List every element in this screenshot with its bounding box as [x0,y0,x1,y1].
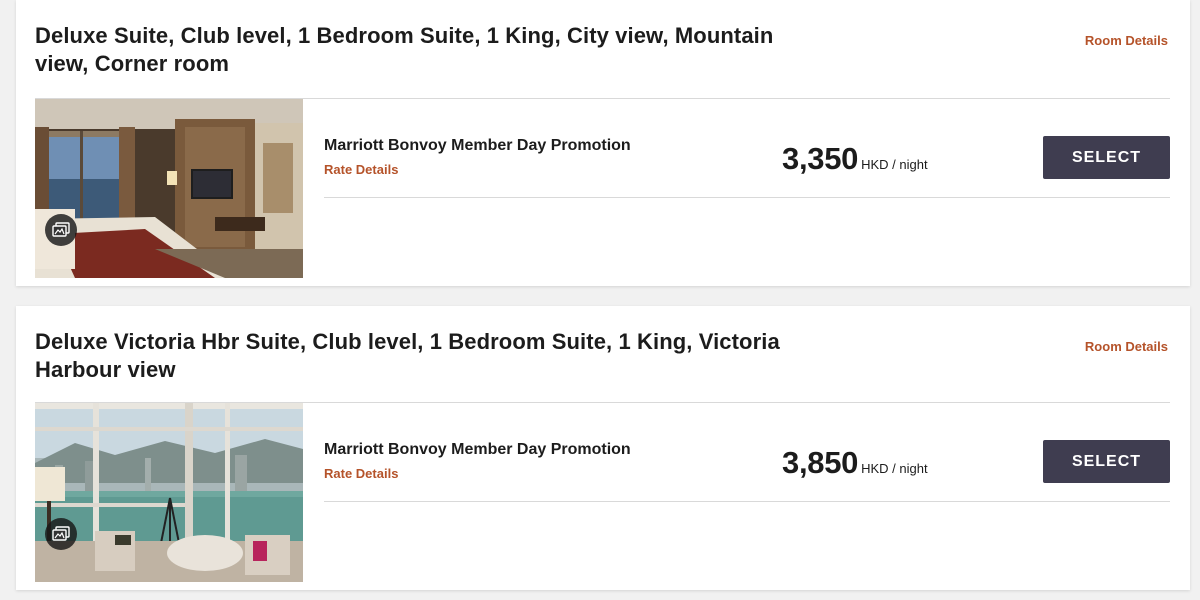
select-button[interactable]: SELECT [1043,440,1170,483]
room-photo[interactable] [35,403,303,582]
rate-row: Marriott Bonvoy Member Day Promotion Rat… [324,403,1170,502]
room-details-link[interactable]: Room Details [1085,33,1168,48]
price-unit: HKD / night [861,461,928,476]
price-amount: 3,350 [782,141,859,176]
rate-details-link[interactable]: Rate Details [324,162,398,177]
photo-gallery-button[interactable] [45,518,77,550]
room-details-link[interactable]: Room Details [1085,339,1168,354]
price: 3,350 HKD / night [782,141,928,177]
bedroom-photo [35,99,303,278]
room-photo[interactable] [35,99,303,278]
harbour-view-photo [35,403,303,582]
gallery-icon [52,222,70,237]
room-card: Deluxe Victoria Hbr Suite, Club level, 1… [16,306,1190,590]
gallery-icon [52,526,70,541]
photo-gallery-button[interactable] [45,214,77,246]
price: 3,850 HKD / night [782,445,928,481]
price-unit: HKD / night [861,157,928,172]
rate-name: Marriott Bonvoy Member Day Promotion [324,441,631,458]
rate-details-link[interactable]: Rate Details [324,466,398,481]
price-amount: 3,850 [782,445,859,480]
room-card: Deluxe Suite, Club level, 1 Bedroom Suit… [16,0,1190,286]
rate-name: Marriott Bonvoy Member Day Promotion [324,137,631,154]
room-title: Deluxe Victoria Hbr Suite, Club level, 1… [35,329,780,382]
select-button[interactable]: SELECT [1043,136,1170,179]
rate-row: Marriott Bonvoy Member Day Promotion Rat… [324,99,1170,198]
room-title: Deluxe Suite, Club level, 1 Bedroom Suit… [35,23,774,76]
